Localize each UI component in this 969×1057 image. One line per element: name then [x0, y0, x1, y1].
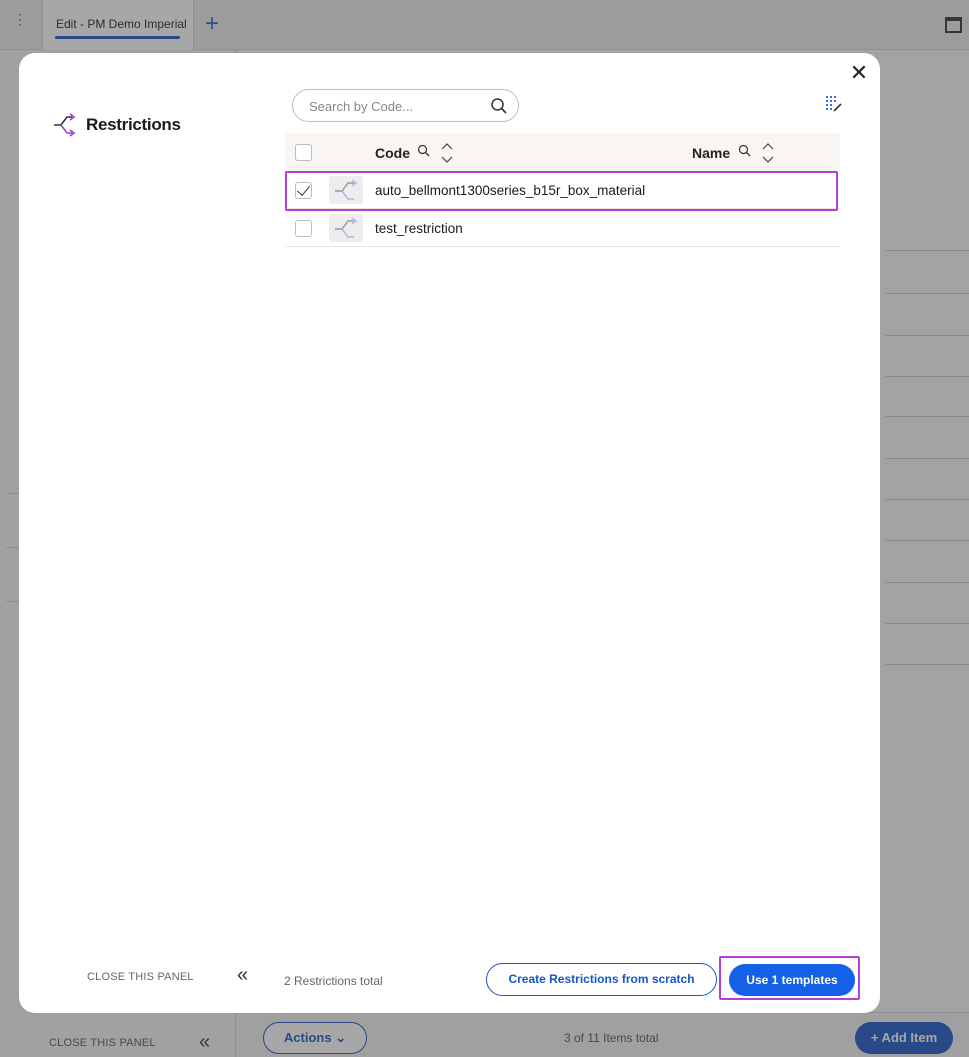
modal-title-text: Restrictions — [86, 115, 181, 134]
restriction-branch-icon — [335, 179, 358, 200]
row-code: auto_bellmont1300series_b15r_box_materia… — [375, 183, 646, 198]
close-panel-label[interactable]: CLOSE THIS PANEL — [87, 971, 194, 983]
filter-search-icon[interactable] — [417, 144, 431, 158]
search-box[interactable] — [292, 89, 519, 122]
table-row[interactable]: auto_bellmont1300series_b15r_box_materia… — [285, 171, 840, 209]
use-templates-button[interactable]: Use 1 templates — [729, 964, 855, 996]
create-from-scratch-button[interactable]: Create Restrictions from scratch — [486, 963, 717, 996]
use-templates-highlight: Use 1 templates — [719, 956, 860, 1000]
select-all-checkbox[interactable] — [295, 144, 312, 161]
restriction-branch-icon — [54, 113, 76, 137]
search-input[interactable] — [309, 97, 484, 115]
column-header-name[interactable]: Name — [692, 145, 730, 161]
restrictions-modal: ✕ Restrictions Code — [19, 53, 880, 1013]
restriction-thumbnail — [329, 214, 363, 242]
table-header: Code Name — [285, 133, 840, 171]
row-checkbox[interactable] — [295, 220, 312, 237]
close-icon[interactable]: ✕ — [848, 62, 870, 84]
column-header-code[interactable]: Code — [375, 145, 410, 161]
double-chevron-left-icon[interactable]: « — [237, 964, 248, 987]
sort-icon[interactable] — [761, 142, 775, 164]
restriction-thumbnail — [329, 176, 363, 204]
restrictions-table: Code Name auto_bellmont1300series_b15r_b… — [285, 133, 840, 247]
modal-title: Restrictions — [52, 112, 181, 138]
row-code: test_restriction — [375, 221, 463, 236]
sort-icon[interactable] — [440, 142, 454, 164]
restrictions-total: 2 Restrictions total — [284, 974, 383, 988]
table-row[interactable]: test_restriction — [285, 209, 840, 247]
column-config-icon[interactable] — [825, 95, 843, 113]
restriction-branch-icon — [335, 217, 358, 238]
row-checkbox[interactable] — [295, 182, 312, 199]
filter-search-icon[interactable] — [738, 144, 752, 158]
search-icon[interactable] — [490, 97, 508, 115]
